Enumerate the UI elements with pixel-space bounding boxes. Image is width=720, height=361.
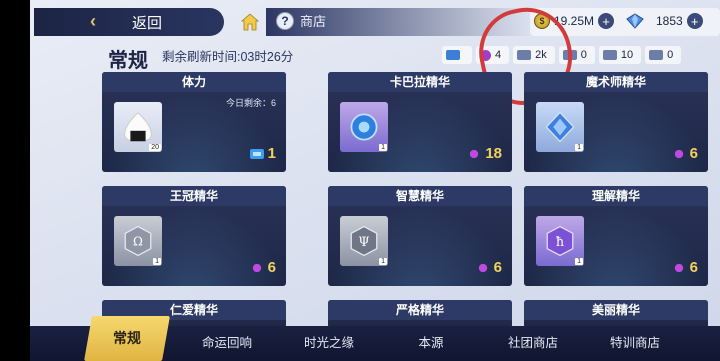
add-gold-button[interactable]: + [598, 13, 615, 29]
shop-item-card[interactable]: 智慧精华 Ψ 1 6 [328, 186, 512, 286]
tab-regular[interactable]: 常规 [84, 316, 170, 361]
item-name: 卡巴拉精华 [328, 72, 512, 92]
gem-value: 1853 [656, 14, 683, 28]
token-ticket: 0 [645, 46, 682, 64]
item-name: 体力 [102, 72, 286, 92]
ticket-blue-icon [249, 148, 264, 159]
item-name: 魔术师精华 [524, 72, 708, 92]
price-value: 6 [689, 145, 698, 162]
price-value: 6 [267, 259, 276, 276]
item-price: 6 [672, 259, 698, 276]
price-value: 6 [493, 259, 502, 276]
bottom-tab-bar: 常规 命运回响 时光之缘 本源 社团商店 特训商店 [30, 316, 720, 361]
daily-remaining: 今日剩余：6 [225, 98, 276, 108]
token-ticket: 10 [598, 46, 642, 64]
shop-item-card[interactable]: 严格精华 [328, 300, 512, 328]
shop-label: 商店 [300, 14, 327, 29]
item-price: 1 [249, 145, 276, 162]
item-price: 18 [467, 145, 502, 162]
item-quantity: 20 [149, 144, 161, 151]
shop-item-card[interactable]: 王冠精华 Ω 1 6 [102, 186, 286, 286]
item-name: 王冠精华 [102, 186, 286, 206]
refresh-timer: 剩余刷新时间:03时26分 [162, 50, 294, 64]
item-thumbnail: 1 [340, 102, 388, 152]
item-quantity: 1 [575, 144, 583, 151]
purple-orb-icon [674, 263, 683, 272]
svg-text:Ψ: Ψ [358, 235, 369, 250]
tab-origin[interactable]: 本源 [386, 326, 476, 361]
shop-item-card[interactable]: 体力 今日剩余：6 20 1 [102, 72, 286, 172]
rice-ball-icon [124, 112, 152, 142]
shop-item-card[interactable]: 美丽精华 [524, 300, 708, 328]
tab-fate-echo[interactable]: 命运回响 [182, 326, 272, 361]
ticket-blue-icon [446, 50, 460, 60]
tab-label: 命运回响 [201, 336, 252, 350]
item-thumbnail: Ω 1 [114, 216, 162, 266]
ticket-icon [602, 50, 617, 60]
shop-item-card[interactable]: 魔术师精华 1 6 [524, 72, 708, 172]
tab-training-shop[interactable]: 特训商店 [590, 326, 680, 361]
purple-orb-icon [674, 149, 683, 158]
tab-label: 时光之缘 [303, 336, 354, 350]
item-thumbnail: ħ 1 [536, 216, 584, 266]
item-quantity: 1 [153, 258, 161, 265]
shop-breadcrumb: ? 商店 [276, 11, 326, 30]
price-value: 18 [485, 145, 502, 162]
item-name: 理解精华 [524, 186, 708, 206]
item-quantity: 1 [379, 144, 387, 151]
price-value: 1 [267, 145, 276, 162]
token-ticket-blue [442, 46, 472, 64]
shop-item-card[interactable]: 理解精华 ħ 1 6 [524, 186, 708, 286]
ticket-icon [649, 50, 664, 60]
purple-orb-icon [478, 263, 487, 272]
item-price: 6 [476, 259, 502, 276]
add-gem-button[interactable]: + [686, 13, 703, 29]
top-bar: ‹ 返回 ? 商店 $ 19.25M + 1853 + [30, 0, 720, 40]
magician-essence-icon [545, 111, 575, 143]
tab-label: 社团商店 [507, 336, 558, 350]
home-icon [240, 13, 260, 31]
item-name: 美丽精华 [524, 300, 708, 320]
item-thumbnail: 20 [114, 102, 162, 152]
purple-orb-icon [252, 263, 261, 272]
tab-label: 常规 [113, 330, 141, 346]
gem-resource: 1853 + [626, 10, 703, 32]
back-button[interactable]: ‹ 返回 [34, 8, 224, 36]
shop-screen: ‹ 返回 ? 商店 $ 19.25M + 1853 + 常规 剩余刷新时间:03… [30, 0, 720, 361]
crystal-gem-icon [626, 13, 644, 29]
token-value: 0 [667, 49, 674, 61]
wisdom-essence-icon: Ψ [350, 225, 378, 257]
purple-orb-icon [470, 149, 479, 158]
item-price: 6 [250, 259, 276, 276]
item-quantity: 1 [575, 258, 583, 265]
svg-text:Ω: Ω [133, 234, 143, 248]
help-icon[interactable]: ? [276, 11, 294, 30]
item-price: 6 [672, 145, 698, 162]
crown-essence-icon: Ω [124, 225, 152, 257]
shop-item-grid: 体力 今日剩余：6 20 1 卡巴拉精华 1 18 魔术师精华 1 6 王冠精华… [102, 72, 712, 328]
back-label: 返回 [132, 14, 163, 32]
tab-label: 特训商店 [609, 336, 660, 350]
tab-time-bond[interactable]: 时光之缘 [284, 326, 374, 361]
item-thumbnail: 1 [536, 102, 584, 152]
item-thumbnail: Ψ 1 [340, 216, 388, 266]
tab-club-shop[interactable]: 社团商店 [488, 326, 578, 361]
chevron-left-icon: ‹ [90, 11, 96, 31]
section-title: 常规 [108, 50, 148, 72]
item-name: 严格精华 [328, 300, 512, 320]
item-name: 智慧精华 [328, 186, 512, 206]
shop-item-card[interactable]: 卡巴拉精华 1 18 [328, 72, 512, 172]
tab-label: 本源 [418, 336, 444, 350]
home-button[interactable] [230, 8, 270, 36]
kabbalah-essence-icon [350, 113, 378, 141]
price-value: 6 [689, 259, 698, 276]
token-value: 10 [620, 49, 634, 61]
understanding-essence-icon: ħ [546, 225, 574, 257]
token-value: 0 [580, 49, 587, 61]
svg-text:ħ: ħ [556, 235, 564, 250]
item-quantity: 1 [379, 258, 387, 265]
